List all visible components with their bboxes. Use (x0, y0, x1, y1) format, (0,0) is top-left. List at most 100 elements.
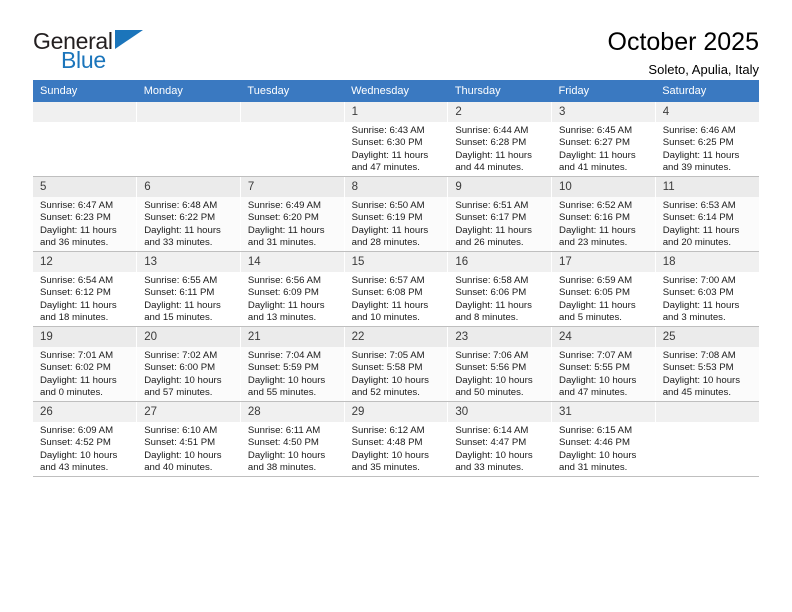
calendar-day-cell[interactable]: 26 Sunrise: 6:09 AM Sunset: 4:52 PM Dayligh… (33, 401, 138, 477)
calendar-day-cell[interactable]: 3 Sunrise: 6:45 AM Sunset: 6:27 PM Daylight… (551, 102, 656, 177)
daylight-text: Daylight: 11 hours and 41 minutes. (559, 149, 636, 173)
day-number: 11 (655, 177, 759, 197)
sunrise-text: Sunrise: 6:45 AM (559, 125, 633, 136)
day-details: Sunrise: 6:14 AM Sunset: 4:47 PM Daylight:… (448, 422, 551, 474)
calendar-day-cell[interactable]: 12 Sunrise: 6:54 AM Sunset: 6:12 PM Dayligh… (33, 251, 138, 327)
sunrise-text: Sunrise: 6:55 AM (144, 275, 218, 286)
sunrise-text: Sunrise: 6:14 AM (455, 425, 529, 436)
day-number: 3 (552, 102, 655, 122)
day-number (33, 102, 137, 122)
day-details: Sunrise: 6:49 AM Sunset: 6:20 PM Daylight:… (241, 197, 344, 249)
calendar-day-cell[interactable]: 19 Sunrise: 7:01 AM Sunset: 6:02 PM Dayligh… (33, 326, 138, 402)
calendar-table: Sunday Monday Tuesday Wednesday Thursday… (33, 80, 759, 477)
calendar-day-cell[interactable]: 21 Sunrise: 7:04 AM Sunset: 5:59 PM Dayligh… (240, 326, 345, 402)
logo-triangle-icon (115, 30, 143, 49)
sunset-text: Sunset: 6:23 PM (40, 212, 111, 224)
calendar-day-cell[interactable]: 23 Sunrise: 7:06 AM Sunset: 5:56 PM Dayligh… (447, 326, 553, 402)
calendar-day-cell[interactable]: 27 Sunrise: 6:10 AM Sunset: 4:51 PM Dayligh… (136, 401, 241, 477)
day-number (655, 402, 759, 422)
sunset-text: Sunset: 6:20 PM (247, 212, 319, 224)
calendar-day-cell[interactable]: 8 Sunrise: 6:50 AM Sunset: 6:19 PM Daylight… (344, 176, 449, 252)
calendar-cell-empty (240, 102, 345, 177)
day-details: Sunrise: 6:12 AM Sunset: 4:48 PM Daylight:… (345, 422, 448, 474)
day-number: 31 (552, 402, 655, 422)
calendar-day-cell[interactable]: 13 Sunrise: 6:55 AM Sunset: 6:11 PM Dayligh… (136, 251, 241, 327)
calendar-day-cell[interactable]: 4 Sunrise: 6:46 AM Sunset: 6:25 PM Daylight… (655, 102, 759, 177)
sunset-text: Sunset: 4:48 PM (351, 437, 423, 449)
calendar-day-cell[interactable]: 15 Sunrise: 6:57 AM Sunset: 6:08 PM Dayligh… (344, 251, 449, 327)
calendar-day-cell[interactable]: 25 Sunrise: 7:08 AM Sunset: 5:53 PM Dayligh… (655, 326, 759, 402)
weekday-header-sunday: Sunday (33, 80, 137, 102)
calendar-day-cell[interactable]: 7 Sunrise: 6:49 AM Sunset: 6:20 PM Daylight… (240, 176, 345, 252)
sunset-text: Sunset: 6:06 PM (455, 287, 527, 299)
calendar-day-cell[interactable]: 2 Sunrise: 6:44 AM Sunset: 6:28 PM Daylight… (447, 102, 553, 177)
daylight-text: Daylight: 11 hours and 23 minutes. (559, 224, 636, 248)
weekday-header-monday: Monday (136, 80, 241, 102)
calendar-page: General Blue October 2025 Soleto, Apulia… (0, 0, 792, 612)
calendar-day-cell[interactable]: 29 Sunrise: 6:12 AM Sunset: 4:48 PM Dayligh… (344, 401, 449, 477)
calendar-day-cell[interactable]: 16 Sunrise: 6:58 AM Sunset: 6:06 PM Dayligh… (447, 251, 553, 327)
sunrise-text: Sunrise: 6:58 AM (455, 275, 529, 286)
calendar-day-cell[interactable]: 30 Sunrise: 6:14 AM Sunset: 4:47 PM Dayligh… (447, 401, 553, 477)
day-number: 4 (655, 102, 759, 122)
daylight-text: Daylight: 11 hours and 13 minutes. (247, 299, 325, 323)
sunrise-text: Sunrise: 6:47 AM (40, 200, 114, 211)
calendar-day-cell[interactable]: 1 Sunrise: 6:43 AM Sunset: 6:30 PM Daylight… (344, 102, 449, 177)
sunrise-text: Sunrise: 7:02 AM (144, 350, 218, 361)
day-number: 2 (448, 102, 552, 122)
general-blue-logo[interactable]: General Blue (33, 28, 163, 74)
day-number: 1 (344, 102, 448, 122)
calendar-day-cell[interactable]: 18 Sunrise: 7:00 AM Sunset: 6:03 PM Dayligh… (655, 251, 759, 327)
calendar-week-row: 19 Sunrise: 7:01 AM Sunset: 6:02 PM Dayligh… (33, 326, 759, 402)
daylight-text: Daylight: 11 hours and 28 minutes. (351, 224, 429, 248)
calendar-day-cell[interactable]: 20 Sunrise: 7:02 AM Sunset: 6:00 PM Dayligh… (136, 326, 241, 402)
calendar-day-cell[interactable]: 6 Sunrise: 6:48 AM Sunset: 6:22 PM Daylight… (136, 176, 241, 252)
daylight-text: Daylight: 11 hours and 15 minutes. (144, 299, 221, 323)
sunset-text: Sunset: 6:22 PM (144, 212, 216, 224)
day-number (240, 102, 344, 122)
calendar-day-cell[interactable]: 9 Sunrise: 6:51 AM Sunset: 6:17 PM Daylight… (447, 176, 553, 252)
daylight-text: Daylight: 11 hours and 18 minutes. (40, 299, 117, 323)
calendar-day-cell[interactable]: 11 Sunrise: 6:53 AM Sunset: 6:14 PM Dayligh… (655, 176, 759, 252)
day-number: 19 (33, 327, 137, 347)
location-subtitle: Soleto, Apulia, Italy (648, 62, 759, 77)
page-header: General Blue October 2025 Soleto, Apulia… (33, 0, 759, 77)
calendar-week-row: 26 Sunrise: 6:09 AM Sunset: 4:52 PM Dayligh… (33, 401, 759, 477)
day-details: Sunrise: 6:44 AM Sunset: 6:28 PM Daylight:… (448, 122, 551, 174)
sunrise-text: Sunrise: 6:09 AM (40, 425, 114, 436)
day-number: 23 (448, 327, 552, 347)
day-number: 10 (552, 177, 655, 197)
day-details: Sunrise: 6:48 AM Sunset: 6:22 PM Daylight:… (137, 197, 240, 249)
day-details: Sunrise: 6:46 AM Sunset: 6:25 PM Daylight:… (656, 122, 759, 174)
sunset-text: Sunset: 6:09 PM (247, 287, 319, 299)
day-details: Sunrise: 6:50 AM Sunset: 6:19 PM Daylight:… (345, 197, 448, 249)
calendar-day-cell[interactable]: 24 Sunrise: 7:07 AM Sunset: 5:55 PM Dayligh… (551, 326, 656, 402)
sunset-text: Sunset: 6:12 PM (40, 287, 111, 299)
day-number: 30 (448, 402, 552, 422)
sunrise-text: Sunrise: 7:00 AM (662, 275, 736, 286)
day-details: Sunrise: 7:08 AM Sunset: 5:53 PM Daylight:… (656, 347, 759, 399)
daylight-text: Daylight: 11 hours and 31 minutes. (247, 224, 325, 248)
calendar-day-cell[interactable]: 14 Sunrise: 6:56 AM Sunset: 6:09 PM Dayligh… (240, 251, 345, 327)
sunrise-text: Sunrise: 6:53 AM (662, 200, 736, 211)
sunrise-text: Sunrise: 6:57 AM (351, 275, 425, 286)
sunset-text: Sunset: 6:27 PM (559, 137, 630, 149)
sunset-text: Sunset: 6:17 PM (455, 212, 527, 224)
sunset-text: Sunset: 5:56 PM (455, 362, 527, 374)
calendar-day-cell[interactable]: 31 Sunrise: 6:15 AM Sunset: 4:46 PM Dayligh… (551, 401, 656, 477)
calendar-cell-empty (33, 102, 138, 177)
day-details: Sunrise: 6:15 AM Sunset: 4:46 PM Daylight:… (552, 422, 655, 474)
day-number: 16 (448, 252, 552, 272)
calendar-day-cell[interactable]: 28 Sunrise: 6:11 AM Sunset: 4:50 PM Dayligh… (240, 401, 345, 477)
day-number: 17 (552, 252, 655, 272)
calendar-day-cell[interactable]: 10 Sunrise: 6:52 AM Sunset: 6:16 PM Dayligh… (551, 176, 656, 252)
sunrise-text: Sunrise: 6:50 AM (351, 200, 425, 211)
day-number: 20 (137, 327, 240, 347)
sunrise-text: Sunrise: 6:49 AM (247, 200, 321, 211)
calendar-day-cell[interactable]: 5 Sunrise: 6:47 AM Sunset: 6:23 PM Daylight… (33, 176, 138, 252)
sunrise-text: Sunrise: 6:46 AM (662, 125, 736, 136)
calendar-day-cell[interactable]: 22 Sunrise: 7:05 AM Sunset: 5:58 PM Dayligh… (344, 326, 449, 402)
calendar-day-cell[interactable]: 17 Sunrise: 6:59 AM Sunset: 6:05 PM Dayligh… (551, 251, 656, 327)
day-details: Sunrise: 7:01 AM Sunset: 6:02 PM Daylight:… (33, 347, 136, 399)
daylight-text: Daylight: 10 hours and 31 minutes. (559, 449, 637, 473)
